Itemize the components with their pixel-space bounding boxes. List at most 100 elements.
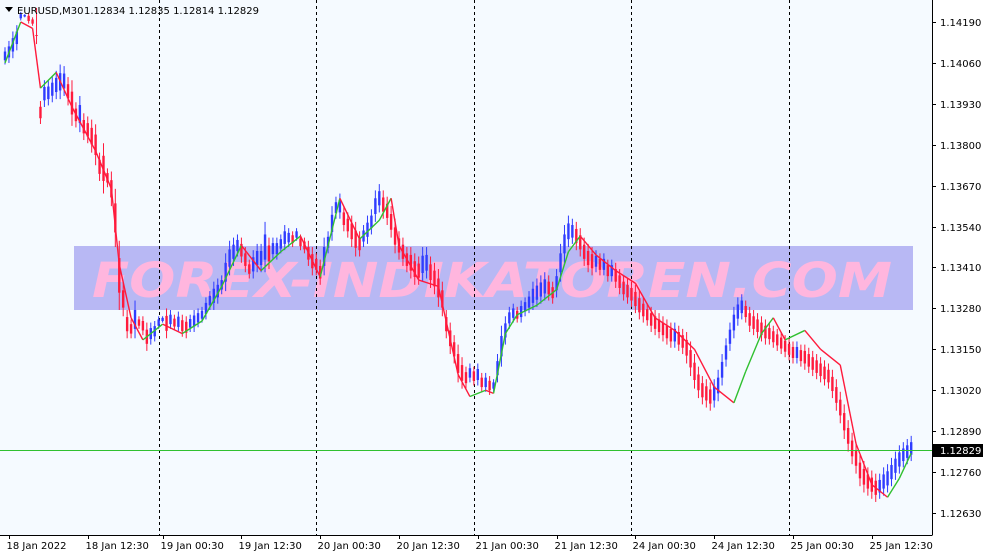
candle-body <box>642 303 645 317</box>
candle-body <box>846 428 850 444</box>
time-tick-label: 19 Jan 00:30 <box>161 541 224 552</box>
price-tick-label: 1.13930 <box>940 100 981 111</box>
candle-body <box>177 316 180 327</box>
candle-body <box>646 309 649 321</box>
candle-body <box>638 298 641 313</box>
candle-body <box>776 334 779 346</box>
candle-body <box>173 318 176 327</box>
watermark-text: FOREX-INDIKATOREN.COM <box>92 253 892 309</box>
candle-body <box>279 239 282 249</box>
candle-body <box>898 452 901 467</box>
candle-body <box>811 357 814 370</box>
candle-body <box>259 250 263 266</box>
candle-body <box>799 350 803 362</box>
candle-body <box>39 106 42 119</box>
candle-body <box>815 360 818 373</box>
current-price-badge-label: 1.12829 <box>940 446 981 457</box>
candle-body <box>906 445 909 458</box>
candle-body <box>586 250 590 266</box>
candle-body <box>634 291 637 307</box>
candle-body <box>248 264 251 274</box>
price-tick-label: 1.13670 <box>940 182 981 193</box>
candle-body <box>181 320 184 332</box>
candle-body <box>417 263 420 278</box>
candle-body <box>342 212 346 226</box>
candle-body <box>429 264 432 281</box>
candle-body <box>862 468 866 485</box>
price-tick-label: 1.13020 <box>940 386 981 397</box>
candle-body <box>886 471 889 486</box>
candle-body <box>244 253 247 266</box>
candle-body <box>531 288 535 303</box>
candle-body <box>299 238 302 247</box>
candle-body <box>701 383 704 398</box>
price-tick-label: 1.12890 <box>940 427 981 438</box>
price-chart[interactable]: FOREX-INDIKATOREN.COM 1.14190 1.14060 1.13… <box>0 0 987 555</box>
candle-body <box>468 368 472 378</box>
candle-body <box>850 440 854 457</box>
candle-body <box>843 413 846 431</box>
candle-body <box>346 218 349 232</box>
candle-body <box>122 290 125 308</box>
chart-window[interactable]: FOREX-INDIKATOREN.COM 1.14190 1.14060 1.13… <box>0 0 987 555</box>
candle-body <box>374 198 377 214</box>
candle-body <box>433 270 436 287</box>
candle-body <box>571 225 574 238</box>
candle-body <box>827 369 830 383</box>
candle-body <box>598 258 602 270</box>
candle-body <box>772 331 775 343</box>
candle-body <box>823 366 826 380</box>
candle-body <box>512 308 515 318</box>
candle-body <box>208 295 212 306</box>
candle-body <box>622 281 625 295</box>
candle-body <box>890 464 893 480</box>
candle-body <box>724 345 728 360</box>
chart-header: EURUSD,M30 1.12834 1.12835 1.12814 1.128… <box>5 6 259 17</box>
candle-body <box>43 86 46 101</box>
candle-body <box>839 399 842 416</box>
candle-body <box>728 329 732 344</box>
candle-body <box>125 317 129 332</box>
candle-body <box>378 191 381 206</box>
candle-body <box>819 363 822 377</box>
candle-body <box>539 282 543 297</box>
candle-body <box>47 86 50 100</box>
candle-body <box>508 312 511 324</box>
current-price-badge: 1.12829 <box>933 444 983 457</box>
candle-body <box>519 306 523 318</box>
candle-body <box>196 313 200 323</box>
candle-body <box>70 91 74 115</box>
candle-body <box>535 285 539 300</box>
price-tick-label: 1.13150 <box>940 345 981 356</box>
candle-body <box>129 324 133 334</box>
candle-body <box>389 214 393 230</box>
candle-body <box>783 340 787 352</box>
candle-body <box>31 19 34 24</box>
candle-body <box>382 197 385 212</box>
candle-body <box>910 442 913 455</box>
candle-body <box>567 223 570 240</box>
price-tick-label: 1.12630 <box>940 509 981 520</box>
price-tick-label: 1.13800 <box>940 141 981 152</box>
candle-body <box>732 314 736 331</box>
candle-body <box>232 244 235 259</box>
candle-body <box>358 237 361 251</box>
candle-body <box>854 450 858 466</box>
time-tick-label: 21 Jan 00:30 <box>476 541 539 552</box>
time-tick-label: 18 Jan 12:30 <box>86 541 149 552</box>
candle-body <box>590 254 594 269</box>
candle-body <box>756 319 759 333</box>
candle-body <box>228 249 231 267</box>
candle-body <box>697 374 700 391</box>
candle-body <box>661 322 665 336</box>
candle-body <box>744 306 747 318</box>
time-tick-label: 24 Jan 00:30 <box>633 541 696 552</box>
candle-body <box>161 317 164 321</box>
time-tick-label: 21 Jan 12:30 <box>555 541 618 552</box>
candle-body <box>831 376 834 392</box>
candle-body <box>476 368 479 381</box>
candle-body <box>236 239 239 251</box>
candle-body <box>752 316 755 329</box>
candle-body <box>669 328 673 342</box>
candle-body <box>543 279 546 294</box>
